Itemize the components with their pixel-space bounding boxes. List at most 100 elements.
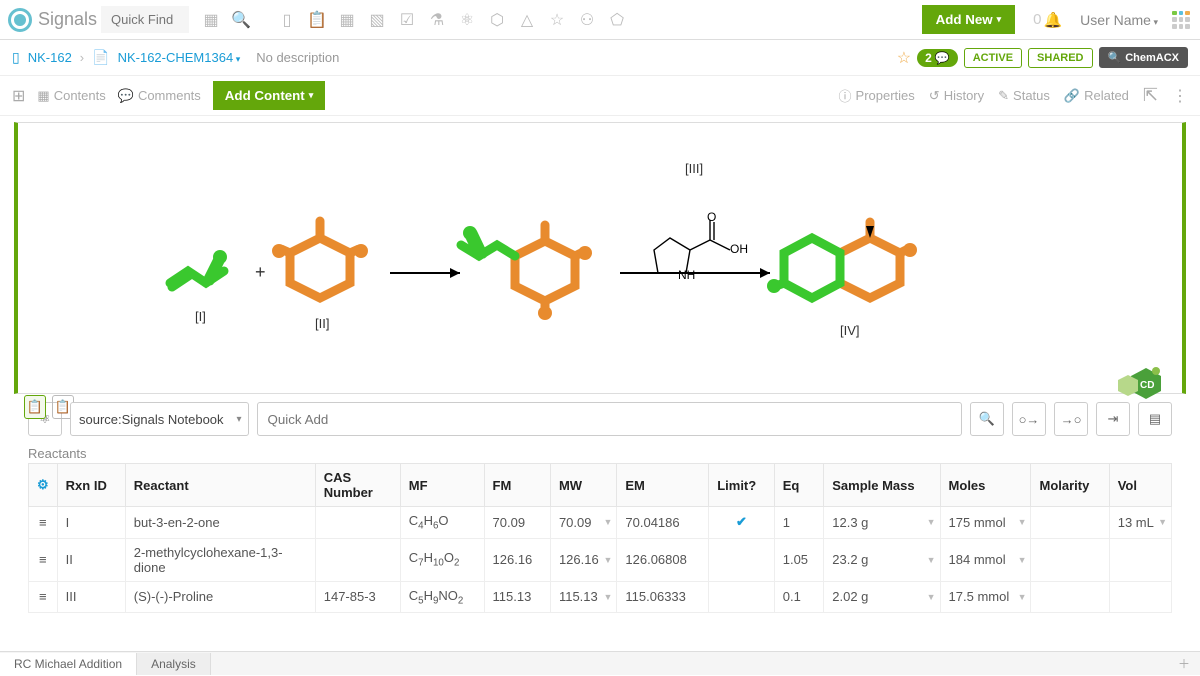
cell-mw[interactable]: 70.09▼ bbox=[550, 507, 616, 539]
cell-molarity[interactable] bbox=[1031, 507, 1109, 539]
add-content-button[interactable]: Add Content bbox=[213, 81, 325, 110]
apps-menu-icon[interactable] bbox=[1170, 9, 1192, 31]
user-icon[interactable]: ⚇ bbox=[573, 6, 601, 34]
chevron-down-icon[interactable]: ▼ bbox=[1018, 555, 1027, 565]
chevron-down-icon[interactable]: ▼ bbox=[603, 592, 612, 602]
star-icon[interactable]: ☆ bbox=[543, 6, 571, 34]
breadcrumb-parent[interactable]: NK-162 bbox=[28, 50, 72, 65]
drag-handle-icon[interactable]: ≡ bbox=[29, 581, 58, 613]
export-icon[interactable]: ⇥ bbox=[1096, 402, 1130, 436]
col-fm[interactable]: FM bbox=[484, 464, 550, 507]
clipboard-icon[interactable]: 📋 bbox=[303, 6, 331, 34]
user-menu[interactable]: User Name bbox=[1080, 12, 1158, 28]
flask-icon[interactable]: ⚗ bbox=[423, 6, 451, 34]
add-new-button[interactable]: Add New bbox=[922, 5, 1016, 34]
status-link[interactable]: ✎Status bbox=[998, 88, 1050, 104]
gear-header-icon[interactable]: ⚙ bbox=[29, 464, 58, 507]
cell-mw[interactable]: 126.16▼ bbox=[550, 538, 616, 581]
chevron-down-icon[interactable]: ▼ bbox=[1158, 517, 1167, 527]
col-samplemass[interactable]: Sample Mass bbox=[824, 464, 940, 507]
chevron-down-icon[interactable]: ▼ bbox=[1018, 592, 1027, 602]
status-shared-pill[interactable]: SHARED bbox=[1028, 48, 1092, 68]
cell-samplemass[interactable]: 23.2 g▼ bbox=[824, 538, 940, 581]
dashboard-icon[interactable]: ▦ bbox=[197, 6, 225, 34]
favorite-star-icon[interactable]: ☆ bbox=[897, 48, 911, 68]
cell-reactant[interactable]: but-3-en-2-one bbox=[125, 507, 315, 539]
forward-icon[interactable]: →○ bbox=[1054, 402, 1088, 436]
quick-find-input[interactable] bbox=[101, 6, 189, 33]
source-select[interactable]: source:Signals Notebook bbox=[70, 402, 249, 436]
beaker-icon[interactable]: △ bbox=[513, 6, 541, 34]
paste-structure-icon[interactable]: 📋 bbox=[24, 395, 46, 419]
cube-icon[interactable]: ⬠ bbox=[603, 6, 631, 34]
optimize-icon[interactable]: ○→ bbox=[1012, 402, 1046, 436]
chevron-down-icon[interactable]: ▼ bbox=[927, 517, 936, 527]
breadcrumb-description[interactable]: No description bbox=[256, 50, 339, 65]
cell-moles[interactable]: 184 mmol▼ bbox=[940, 538, 1031, 581]
chevron-down-icon[interactable]: ▼ bbox=[1018, 517, 1027, 527]
comments-badge[interactable]: 2💬 bbox=[917, 49, 958, 67]
kebab-icon[interactable]: ⋮ bbox=[1172, 86, 1188, 106]
cell-eq[interactable]: 1 bbox=[774, 507, 824, 539]
cell-reactant[interactable]: 2-methylcyclohexane-1,3-dione bbox=[125, 538, 315, 581]
chemacx-button[interactable]: 🔍ChemACX bbox=[1099, 47, 1189, 68]
col-limit[interactable]: Limit? bbox=[709, 464, 775, 507]
layout-toggle-icon[interactable]: ⊞ bbox=[12, 86, 25, 106]
drag-handle-icon[interactable]: ≡ bbox=[29, 538, 58, 581]
cell-samplemass[interactable]: 12.3 g▼ bbox=[824, 507, 940, 539]
col-rxnid[interactable]: Rxn ID bbox=[57, 464, 125, 507]
chevron-down-icon[interactable]: ▼ bbox=[603, 555, 612, 565]
popout-icon[interactable]: ⇱ bbox=[1143, 85, 1158, 106]
notifications-button[interactable]: 0 🔔 bbox=[1033, 11, 1062, 29]
cell-limit[interactable] bbox=[709, 538, 775, 581]
chevron-down-icon[interactable]: ▼ bbox=[927, 592, 936, 602]
status-active-pill[interactable]: ACTIVE bbox=[964, 48, 1022, 68]
col-eq[interactable]: Eq bbox=[774, 464, 824, 507]
cell-vol[interactable] bbox=[1109, 581, 1171, 613]
molecule-icon[interactable]: ⚛ bbox=[453, 6, 481, 34]
col-mw[interactable]: MW bbox=[550, 464, 616, 507]
cell-moles[interactable]: 175 mmol▼ bbox=[940, 507, 1031, 539]
cell-mw[interactable]: 115.13▼ bbox=[550, 581, 616, 613]
calendar-icon[interactable]: ▦ bbox=[333, 6, 361, 34]
cell-reactant[interactable]: (S)-(-)-Proline bbox=[125, 581, 315, 613]
add-tab-icon[interactable]: ＋ bbox=[1168, 651, 1200, 676]
columns-icon[interactable]: ▤ bbox=[1138, 402, 1172, 436]
col-em[interactable]: EM bbox=[617, 464, 709, 507]
cell-moles[interactable]: 17.5 mmol▼ bbox=[940, 581, 1031, 613]
presentation-icon[interactable]: ▧ bbox=[363, 6, 391, 34]
app-logo[interactable]: Signals bbox=[8, 8, 97, 32]
breadcrumb-current[interactable]: NK-162-CHEM1364 bbox=[118, 50, 241, 65]
cell-eq[interactable]: 0.1 bbox=[774, 581, 824, 613]
cell-limit[interactable] bbox=[709, 581, 775, 613]
col-cas[interactable]: CAS Number bbox=[315, 464, 400, 507]
checklist-icon[interactable]: ☑ bbox=[393, 6, 421, 34]
search-button-icon[interactable]: 🔍 bbox=[970, 402, 1004, 436]
comments-tab[interactable]: 💬Comments bbox=[118, 88, 201, 104]
history-link[interactable]: ↺History bbox=[929, 88, 984, 104]
col-reactant[interactable]: Reactant bbox=[125, 464, 315, 507]
col-moles[interactable]: Moles bbox=[940, 464, 1031, 507]
hex-icon[interactable]: ⬡ bbox=[483, 6, 511, 34]
cell-vol[interactable] bbox=[1109, 538, 1171, 581]
cell-limit[interactable]: ✔ bbox=[709, 507, 775, 539]
cell-samplemass[interactable]: 2.02 g▼ bbox=[824, 581, 940, 613]
quick-add-input[interactable] bbox=[257, 402, 962, 436]
contents-tab[interactable]: ▦Contents bbox=[37, 88, 105, 104]
cell-molarity[interactable] bbox=[1031, 581, 1109, 613]
properties-link[interactable]: ⓘProperties bbox=[839, 86, 915, 105]
tab-michael-addition[interactable]: RC Michael Addition bbox=[0, 653, 137, 675]
tab-analysis[interactable]: Analysis bbox=[137, 653, 211, 675]
cell-eq[interactable]: 1.05 bbox=[774, 538, 824, 581]
chevron-down-icon[interactable]: ▼ bbox=[603, 517, 612, 527]
drag-handle-icon[interactable]: ≡ bbox=[29, 507, 58, 539]
col-molarity[interactable]: Molarity bbox=[1031, 464, 1109, 507]
related-link[interactable]: 🔗Related bbox=[1064, 88, 1129, 104]
notebook-icon[interactable]: ▯ bbox=[273, 6, 301, 34]
cell-molarity[interactable] bbox=[1031, 538, 1109, 581]
search-icon[interactable]: 🔍 bbox=[227, 6, 255, 34]
col-vol[interactable]: Vol bbox=[1109, 464, 1171, 507]
chevron-down-icon[interactable]: ▼ bbox=[927, 555, 936, 565]
col-mf[interactable]: MF bbox=[400, 464, 484, 507]
cell-vol[interactable]: 13 mL▼ bbox=[1109, 507, 1171, 539]
